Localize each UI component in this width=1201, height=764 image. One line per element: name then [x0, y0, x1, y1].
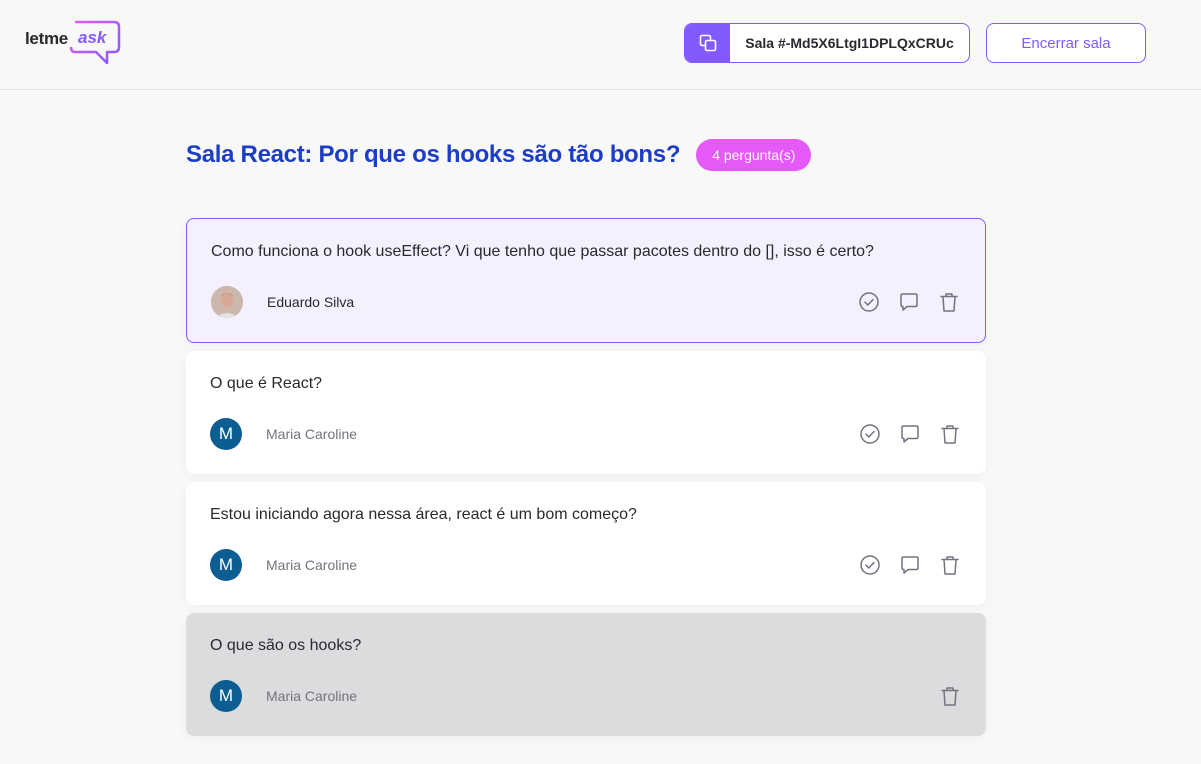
question-actions [858, 422, 962, 446]
author-name: Maria Caroline [266, 557, 358, 573]
avatar: M [210, 418, 242, 450]
chat-bubble-icon[interactable] [898, 422, 922, 446]
avatar [211, 286, 243, 318]
page-title: Sala React: Por que os hooks são tão bon… [186, 141, 681, 168]
question-text: O que são os hooks? [210, 637, 362, 654]
author-name: Eduardo Silva [267, 294, 355, 310]
room-title-row: Sala React: Por que os hooks são tão bon… [186, 139, 812, 171]
check-circle-icon[interactable] [858, 553, 882, 577]
logo-ask-text: ask [78, 28, 107, 47]
question-footer: M Maria Caroline [210, 549, 962, 581]
logo-letme-text: letme [25, 29, 68, 48]
user-info: M Maria Caroline [210, 680, 357, 712]
question-actions [938, 684, 962, 708]
user-info: M Maria Caroline [210, 418, 357, 450]
top-bar: letme ask Sala #-Md5X6LtgI1DPLQxCRUc Enc… [0, 0, 1201, 90]
question-footer: M Maria Caroline [210, 418, 962, 450]
trash-icon[interactable] [937, 290, 961, 314]
question-card: O que são os hooks? M Maria Caroline [186, 613, 986, 736]
room-code-button[interactable]: Sala #-Md5X6LtgI1DPLQxCRUc [684, 23, 970, 63]
question-count-badge: 4 pergunta(s) [696, 139, 812, 171]
question-card: Como funciona o hook useEffect? Vi que t… [186, 218, 986, 343]
question-text: Como funciona o hook useEffect? Vi que t… [211, 243, 874, 260]
trash-icon[interactable] [938, 684, 962, 708]
user-info: M Maria Caroline [210, 549, 357, 581]
avatar: M [210, 680, 242, 712]
copy-icon[interactable] [685, 24, 730, 62]
question-card: Estou iniciando agora nessa área, react … [186, 482, 986, 605]
question-text: Estou iniciando agora nessa área, react … [210, 506, 637, 523]
question-actions [857, 290, 961, 314]
author-name: Maria Caroline [266, 426, 358, 442]
trash-icon[interactable] [938, 553, 962, 577]
room-code-text: Sala #-Md5X6LtgI1DPLQxCRUc [745, 35, 954, 51]
author-name: Maria Caroline [266, 688, 358, 704]
chat-bubble-icon[interactable] [898, 553, 922, 577]
user-info: Eduardo Silva [211, 286, 354, 318]
question-text: O que é React? [210, 375, 323, 392]
question-actions [858, 553, 962, 577]
avatar: M [210, 549, 242, 581]
trash-icon[interactable] [938, 422, 962, 446]
user-photo-icon [211, 286, 243, 318]
question-card: O que é React? M Maria Caroline [186, 351, 986, 474]
question-footer: M Maria Caroline [210, 680, 962, 712]
letmeask-logo: letme ask [25, 20, 121, 66]
check-circle-icon[interactable] [858, 422, 882, 446]
close-room-button[interactable]: Encerrar sala [986, 23, 1146, 63]
check-circle-icon[interactable] [857, 290, 881, 314]
chat-bubble-icon[interactable] [897, 290, 921, 314]
question-footer: Eduardo Silva [211, 286, 961, 318]
